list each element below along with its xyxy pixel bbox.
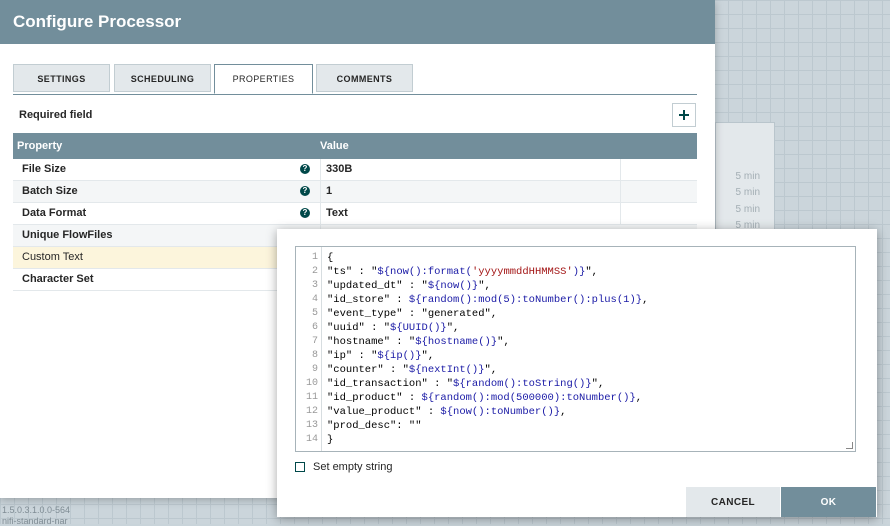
property-name: Batch Size: [22, 185, 78, 197]
line-number: 10: [305, 378, 318, 389]
line-number: 14: [305, 434, 318, 445]
code-text: }: [327, 434, 334, 446]
code-text: "value_product" : ${now():toNumber()},: [327, 406, 567, 418]
set-empty-string-label: Set empty string: [313, 461, 393, 473]
table-row[interactable]: Batch Size ? 1: [13, 181, 697, 203]
line-number: 8: [311, 350, 318, 361]
code-text: "id_product" : ${random():mod(500000):to…: [327, 392, 643, 404]
code-text: "updated_dt" : "${now()}",: [327, 280, 491, 292]
code-text: "counter" : "${nextInt()}",: [327, 364, 498, 376]
tab-scheduling[interactable]: SCHEDULING: [114, 64, 211, 92]
version-text: 1.5.0.3.1.0.0-564: [2, 505, 71, 515]
help-icon[interactable]: ?: [300, 164, 310, 174]
tab-settings[interactable]: SETTINGS: [13, 64, 110, 92]
column-header-property: Property: [17, 140, 63, 152]
property-name: Data Format: [22, 207, 87, 219]
help-icon[interactable]: ?: [300, 186, 310, 196]
dialog-header: Configure Processor: [0, 0, 715, 44]
table-row[interactable]: File Size ? 330B: [13, 159, 697, 181]
code-text: "prod_desc": "": [327, 420, 422, 432]
line-number: 9: [311, 364, 318, 375]
property-value[interactable]: 1: [326, 185, 332, 197]
line-number: 6: [311, 322, 318, 333]
property-value[interactable]: 330B: [326, 163, 352, 175]
property-name: File Size: [22, 163, 67, 175]
line-number: 13: [305, 420, 318, 431]
line-number: 11: [305, 392, 318, 403]
resize-handle-icon[interactable]: [846, 442, 853, 449]
code-text: "ip" : "${ip()}",: [327, 350, 435, 362]
required-field-label: Required field: [19, 109, 93, 121]
tab-comments[interactable]: COMMENTS: [316, 64, 413, 92]
help-icon[interactable]: ?: [300, 208, 310, 218]
tab-properties[interactable]: PROPERTIES: [214, 64, 313, 94]
column-header-value: Value: [320, 140, 349, 152]
line-number: 1: [311, 252, 318, 263]
property-value-editor: 1 {2 "ts" : "${now():format('yyyymmddHHMMS…: [277, 229, 877, 517]
tab-bar: SETTINGS SCHEDULING PROPERTIES COMMENTS: [13, 64, 697, 95]
table-header: Property Value: [13, 133, 697, 159]
add-property-button[interactable]: [672, 103, 696, 127]
background-processor-stats: 5 min 5 min 5 min 5 min: [715, 122, 775, 234]
line-number: 4: [311, 294, 318, 305]
ok-button[interactable]: OK: [781, 487, 876, 517]
property-name: Unique FlowFiles: [22, 229, 113, 241]
line-number: 3: [311, 280, 318, 291]
code-editor[interactable]: 1 {2 "ts" : "${now():format('yyyymmddHHMMS…: [295, 246, 856, 452]
table-row[interactable]: Data Format ? Text: [13, 203, 697, 225]
line-number: 2: [311, 266, 318, 277]
property-name: Character Set: [22, 273, 94, 285]
code-text: "uuid" : "${UUID()}",: [327, 322, 460, 334]
stat-value: 5 min: [735, 204, 760, 215]
line-number: 12: [305, 406, 318, 417]
dialog-title: Configure Processor: [13, 12, 182, 31]
property-value[interactable]: Text: [326, 207, 348, 219]
property-name: Custom Text: [22, 251, 83, 263]
stat-value: 5 min: [735, 171, 760, 182]
code-text: "ts" : "${now():format('yyyymmddHHMMSS')…: [327, 266, 598, 278]
stat-value: 5 min: [735, 187, 760, 198]
code-text: "event_type" : "generated",: [327, 308, 498, 320]
line-number: 7: [311, 336, 318, 347]
bundle-text: nifi-standard-nar: [2, 516, 68, 526]
code-text: "id_store" : ${random():mod(5):toNumber(…: [327, 294, 649, 306]
code-text: "id_transaction" : "${random():toString(…: [327, 378, 605, 390]
cancel-button[interactable]: CANCEL: [686, 487, 780, 517]
line-number: 5: [311, 308, 318, 319]
set-empty-string-checkbox[interactable]: [295, 462, 305, 472]
code-text: {: [327, 252, 334, 264]
code-text: "hostname" : "${hostname()}",: [327, 336, 510, 348]
